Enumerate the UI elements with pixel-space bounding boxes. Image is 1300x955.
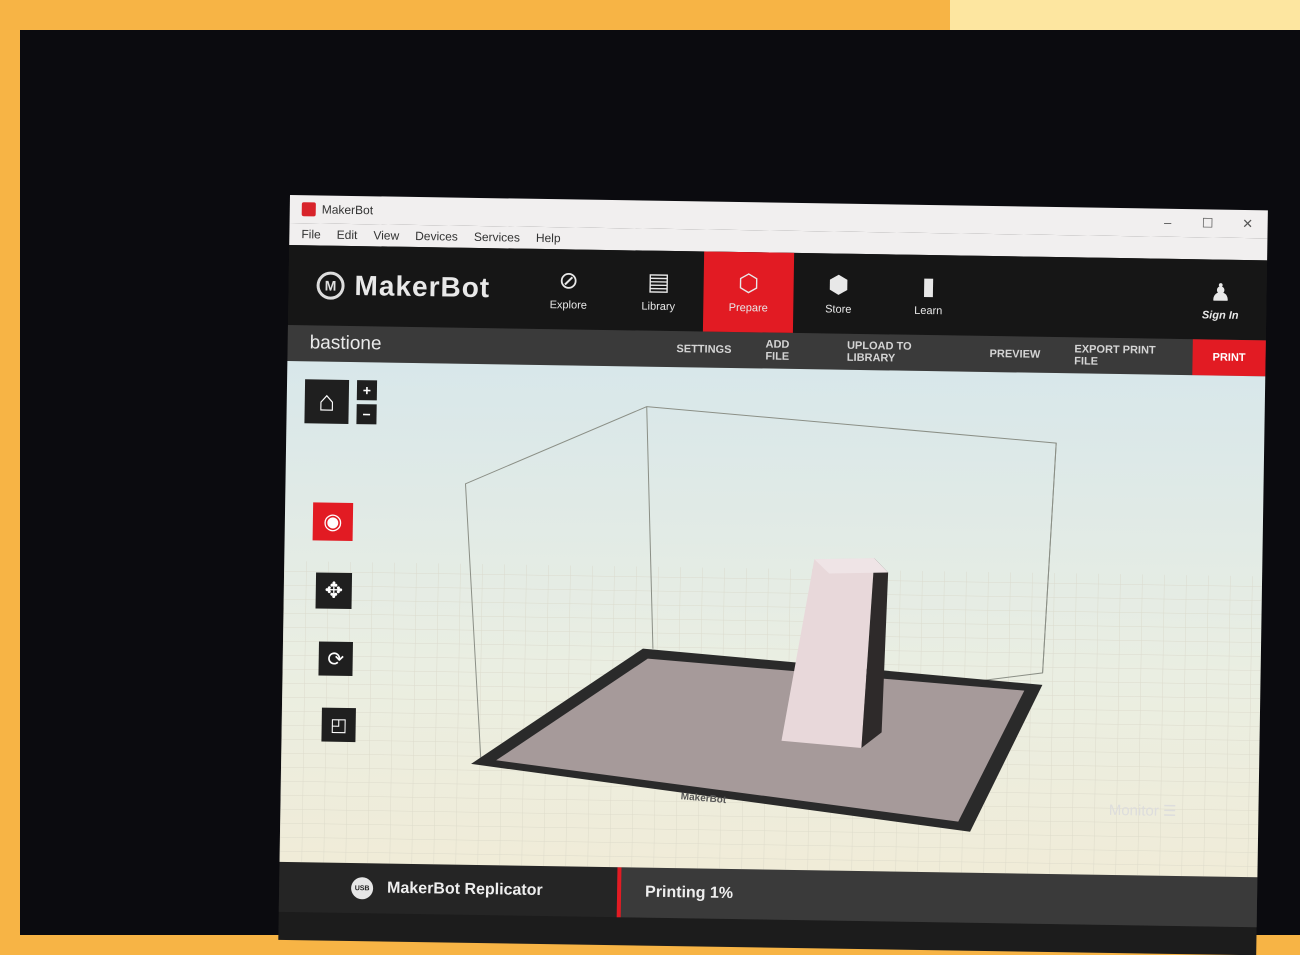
nav-store-label: Store [825,303,852,316]
menu-devices[interactable]: Devices [415,229,458,244]
main-nav: M MakerBot ⊘ Explore ▤ Library ⬡ Prepare… [287,244,1268,341]
home-icon: ⌂ [318,385,336,417]
project-name: bastione [309,332,382,355]
printer-name[interactable]: MakerBot Replicator [387,880,617,902]
nav-library-label: Library [641,300,676,314]
usb-icon: USB [350,877,374,900]
build-viewport[interactable]: MakerBot ⌂ + − ◉ ✥ ⟳ ◰ Monitor ☰ [279,360,1266,878]
rotate-icon: ⟳ [327,648,345,671]
menu-view[interactable]: View [373,228,399,242]
menu-help[interactable]: Help [536,231,561,245]
nav-prepare-label: Prepare [728,301,768,315]
nav-learn-label: Learn [914,304,943,318]
menu-file[interactable]: File [301,227,321,241]
menu-edit[interactable]: Edit [337,228,358,242]
monitor-screen: MakerBot – ☐ ✕ File Edit View Devices Se… [20,30,1300,955]
sign-in-button[interactable]: ♟ Sign In [1190,278,1251,322]
plus-icon: + [362,382,372,399]
export-print-file-button[interactable]: EXPORT PRINT FILE [1057,337,1193,375]
nav-library[interactable]: ▤ Library [613,250,704,331]
nav-explore[interactable]: ⊘ Explore [523,249,614,330]
brand-logo: M MakerBot [288,269,523,305]
print-button[interactable]: PRINT [1192,339,1266,377]
background-wall [950,0,1300,30]
print-status-text: Printing 1% [644,883,734,903]
scale-tool-button[interactable]: ◰ [321,707,356,743]
minimize-button[interactable]: – [1148,214,1188,231]
add-file-button[interactable]: ADD FILE [748,332,830,369]
move-tool-button[interactable]: ✥ [315,572,353,610]
rotate-tool-button[interactable]: ⟳ [318,641,353,677]
print-status[interactable]: Printing 1% [616,867,1258,928]
nav-learn[interactable]: ▮ Learn [883,254,974,335]
view-tool-button[interactable]: ◉ [312,502,354,542]
eye-icon: ◉ [323,508,343,534]
nav-store[interactable]: ⬢ Store [793,253,884,334]
zoom-in-button[interactable]: + [356,380,378,401]
maximize-button[interactable]: ☐ [1188,215,1228,232]
library-icon: ▤ [647,268,671,296]
sign-in-label: Sign In [1201,308,1239,322]
book-icon: ▮ [921,272,936,301]
compass-icon: ⊘ [558,267,579,295]
makerbot-logo-icon: M [316,271,345,300]
makerbot-window: MakerBot – ☐ ✕ File Edit View Devices Se… [278,195,1268,955]
user-icon: ♟ [1209,278,1232,307]
zoom-out-button[interactable]: − [356,404,377,425]
preview-button[interactable]: PREVIEW [972,336,1057,373]
scale-icon: ◰ [330,714,348,735]
settings-button[interactable]: SETTINGS [659,331,749,368]
app-icon [301,202,316,217]
close-button[interactable]: ✕ [1228,216,1268,233]
cube-icon: ⬢ [827,271,850,299]
minus-icon: − [362,406,371,423]
brand-name: MakerBot [354,270,491,304]
move-icon: ✥ [324,577,344,603]
home-view-button[interactable]: ⌂ [304,379,350,424]
upload-to-library-button[interactable]: UPLOAD TO LIBRARY [830,334,973,372]
nav-prepare[interactable]: ⬡ Prepare [702,251,795,333]
monitor-button[interactable]: Monitor ☰ [1109,801,1177,820]
prepare-icon: ⬡ [737,270,760,298]
menu-services[interactable]: Services [474,230,520,245]
window-title: MakerBot [321,202,374,218]
build-scene: MakerBot [279,406,1263,878]
nav-explore-label: Explore [549,299,588,312]
